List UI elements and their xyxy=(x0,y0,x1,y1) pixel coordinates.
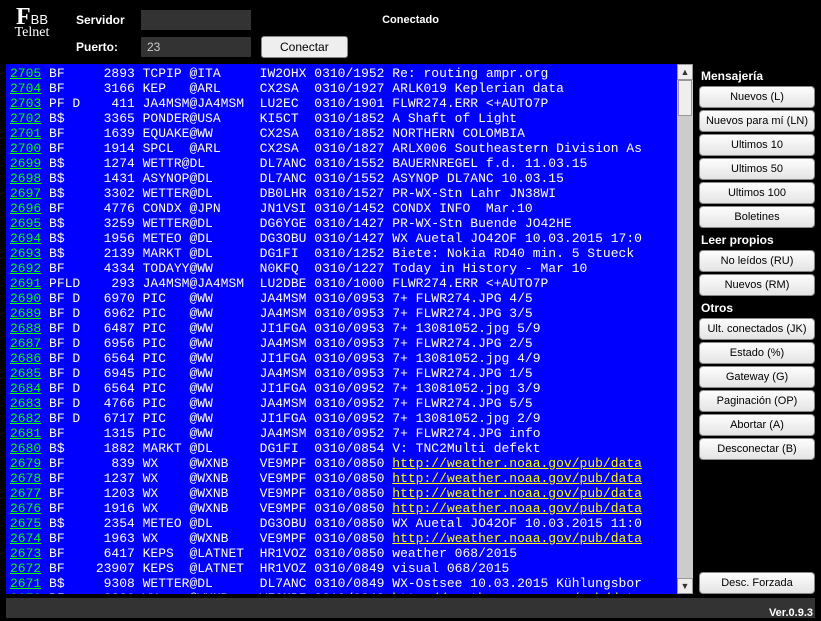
msg-link[interactable]: 2676 xyxy=(10,501,41,516)
msg-link[interactable]: 2682 xyxy=(10,411,41,426)
msg-link[interactable]: 2688 xyxy=(10,321,41,336)
msg-link[interactable]: 2687 xyxy=(10,336,41,351)
command-input[interactable] xyxy=(6,598,815,618)
url-link[interactable]: http://weather.noaa.gov/pub/data xyxy=(392,471,642,486)
msg-link[interactable]: 2696 xyxy=(10,201,41,216)
side-button[interactable]: Ultimos 10 xyxy=(699,134,815,156)
msg-link[interactable]: 2671 xyxy=(10,576,41,591)
side-header: Mensajería xyxy=(699,66,815,84)
msg-link[interactable]: 2672 xyxy=(10,561,41,576)
side-button[interactable]: Ultimos 100 xyxy=(699,182,815,204)
msg-link[interactable]: 2670 xyxy=(10,591,41,594)
msg-link[interactable]: 2677 xyxy=(10,486,41,501)
side-button[interactable]: Desconectar (B) xyxy=(699,438,815,460)
version-label: Ver.0.9.3 xyxy=(769,607,813,619)
msg-link[interactable]: 2686 xyxy=(10,351,41,366)
msg-link[interactable]: 2695 xyxy=(10,216,41,231)
side-button[interactable]: No leídos (RU) xyxy=(699,250,815,272)
side-button[interactable]: Paginación (OP) xyxy=(699,390,815,412)
scroll-up-button[interactable]: ▲ xyxy=(677,64,693,80)
side-header: Otros xyxy=(699,298,815,316)
side-button[interactable]: Nuevos (L) xyxy=(699,86,815,108)
side-button[interactable]: Boletines xyxy=(699,206,815,228)
terminal-scrollbar[interactable]: ▲ ▼ xyxy=(677,64,693,594)
msg-link[interactable]: 2699 xyxy=(10,156,41,171)
msg-link[interactable]: 2694 xyxy=(10,231,41,246)
server-input[interactable] xyxy=(141,10,251,30)
side-button[interactable]: Abortar (A) xyxy=(699,414,815,436)
msg-link[interactable]: 2704 xyxy=(10,81,41,96)
msg-link[interactable]: 2683 xyxy=(10,396,41,411)
msg-link[interactable]: 2679 xyxy=(10,456,41,471)
msg-link[interactable]: 2674 xyxy=(10,531,41,546)
port-label: Puerto: xyxy=(76,40,131,54)
side-header: Leer propios xyxy=(699,230,815,248)
app-logo: FBB Telnet xyxy=(8,4,56,41)
msg-link[interactable]: 2701 xyxy=(10,126,41,141)
side-button[interactable]: Ult. conectados (JK) xyxy=(699,318,815,340)
msg-link[interactable]: 2684 xyxy=(10,381,41,396)
msg-link[interactable]: 2680 xyxy=(10,441,41,456)
url-link[interactable]: http://weather.noaa.gov/pub/data xyxy=(392,501,642,516)
server-label: Servidor xyxy=(76,13,131,27)
msg-link[interactable]: 2692 xyxy=(10,261,41,276)
msg-link[interactable]: 2685 xyxy=(10,366,41,381)
side-button[interactable]: Estado (%) xyxy=(699,342,815,364)
url-link[interactable]: http://weather.noaa.gov/pub/data xyxy=(392,486,642,501)
msg-link[interactable]: 2693 xyxy=(10,246,41,261)
msg-link[interactable]: 2700 xyxy=(10,141,41,156)
force-disconnect-button[interactable]: Desc. Forzada xyxy=(699,572,815,594)
port-input[interactable] xyxy=(141,37,251,57)
side-button[interactable]: Nuevos (RM) xyxy=(699,274,815,296)
scroll-down-button[interactable]: ▼ xyxy=(677,578,693,594)
msg-link[interactable]: 2697 xyxy=(10,186,41,201)
msg-link[interactable]: 2703 xyxy=(10,96,41,111)
side-button[interactable]: Nuevos para mí (LN) xyxy=(699,110,815,132)
msg-link[interactable]: 2691 xyxy=(10,276,41,291)
terminal-output[interactable]: 2705 BF 2893 TCPIP @ITA IW2OHX 0310/1952… xyxy=(6,64,677,594)
msg-link[interactable]: 2673 xyxy=(10,546,41,561)
msg-link[interactable]: 2698 xyxy=(10,171,41,186)
side-button[interactable]: Ultimos 50 xyxy=(699,158,815,180)
msg-link[interactable]: 2705 xyxy=(10,66,41,81)
msg-link[interactable]: 2702 xyxy=(10,111,41,126)
connect-button[interactable]: Conectar xyxy=(261,36,348,58)
msg-link[interactable]: 2689 xyxy=(10,306,41,321)
status-label: Conectado xyxy=(382,14,439,26)
url-link[interactable]: http://weather.noaa.gov/pub/data xyxy=(392,591,642,594)
side-button[interactable]: Gateway (G) xyxy=(699,366,815,388)
msg-link[interactable]: 2690 xyxy=(10,291,41,306)
url-link[interactable]: http://weather.noaa.gov/pub/data xyxy=(392,531,642,546)
url-link[interactable]: http://weather.noaa.gov/pub/data xyxy=(392,456,642,471)
scroll-thumb[interactable] xyxy=(678,80,692,116)
msg-link[interactable]: 2675 xyxy=(10,516,41,531)
msg-link[interactable]: 2681 xyxy=(10,426,41,441)
msg-link[interactable]: 2678 xyxy=(10,471,41,486)
